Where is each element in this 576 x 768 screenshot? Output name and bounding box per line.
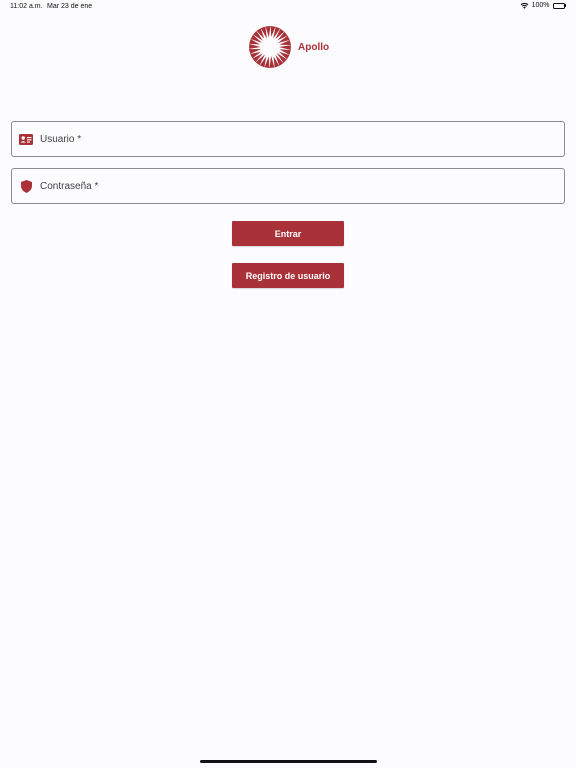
status-indicators: 100%: [520, 2, 566, 9]
brand-logo: Apollo: [246, 25, 329, 69]
register-button[interactable]: Registro de usuario: [232, 263, 344, 288]
username-input[interactable]: [40, 129, 540, 149]
battery-icon: [552, 2, 566, 9]
wifi-icon: [520, 2, 529, 9]
battery-percent: 100%: [531, 2, 550, 9]
password-field[interactable]: [11, 168, 565, 204]
home-indicator: [200, 760, 377, 763]
username-field[interactable]: [11, 121, 565, 157]
status-date: Mar 23 de ene: [47, 3, 93, 10]
password-input[interactable]: [40, 176, 540, 196]
status-bar: 11:02 a.m. Mar 23 de ene 100%: [0, 0, 576, 14]
login-screen: 11:02 a.m. Mar 23 de ene 100% Apollo Usu…: [0, 0, 576, 768]
id-card-icon: [19, 132, 33, 146]
login-button[interactable]: Entrar: [232, 221, 344, 246]
status-time: 11:02 a.m.: [10, 3, 43, 10]
brand-name: Apollo: [298, 41, 330, 53]
shield-icon: [19, 179, 33, 193]
sunburst-logo-icon: [246, 25, 294, 69]
